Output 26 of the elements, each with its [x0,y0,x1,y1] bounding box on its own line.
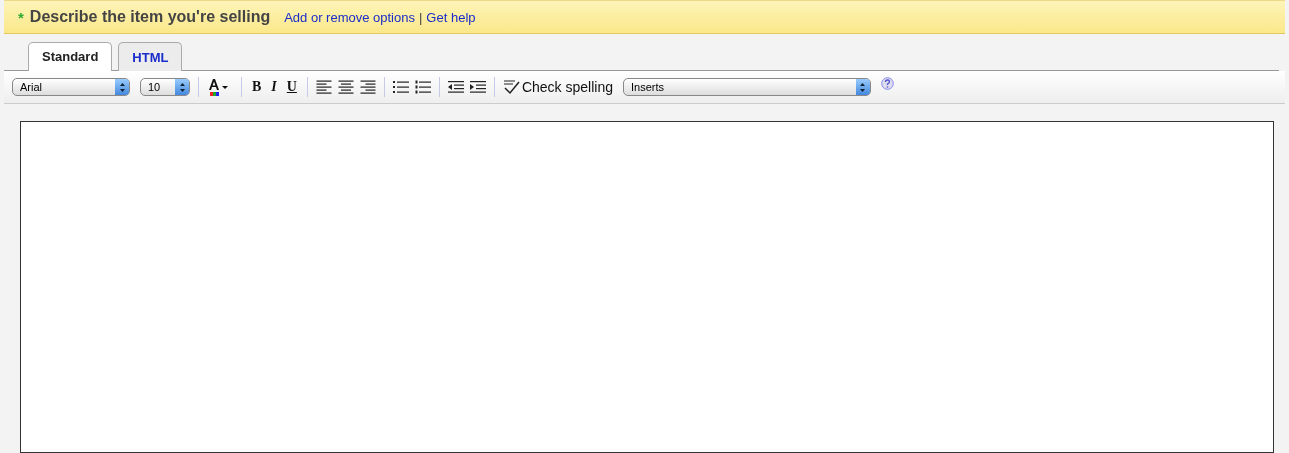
italic-button[interactable]: I [269,79,279,95]
header-link[interactable]: Add or remove options [284,9,415,25]
editor-tab[interactable]: HTML [118,42,183,71]
check-spelling-button[interactable]: Check spelling [502,79,613,95]
stepper-arrows-icon [178,81,186,93]
align-center-icon[interactable] [337,80,354,94]
section-title: Describe the item you're selling [29,8,271,26]
align-left-icon[interactable] [315,80,332,94]
outdent-icon[interactable] [447,80,464,94]
align-right-icon[interactable] [359,80,376,94]
bold-button[interactable]: B [250,79,264,95]
link-separator: | [418,9,423,25]
inserts-select[interactable]: Inserts [623,78,871,96]
required-mark: * [18,8,24,26]
underline-button[interactable]: U [284,79,299,95]
help-icon[interactable] [881,76,894,90]
editor-tab[interactable]: Standard [28,42,113,71]
bullet-list-icon[interactable] [392,80,409,94]
stepper-arrows-icon [118,81,126,93]
checkmark-icon [502,79,521,95]
font-select[interactable]: Arial [12,78,130,96]
stepper-arrows-icon [859,81,867,93]
size-select[interactable]: 10 [140,78,190,96]
numbered-list-icon[interactable] [414,80,431,94]
indent-icon[interactable] [469,80,486,94]
header-link[interactable]: Get help [426,9,476,25]
